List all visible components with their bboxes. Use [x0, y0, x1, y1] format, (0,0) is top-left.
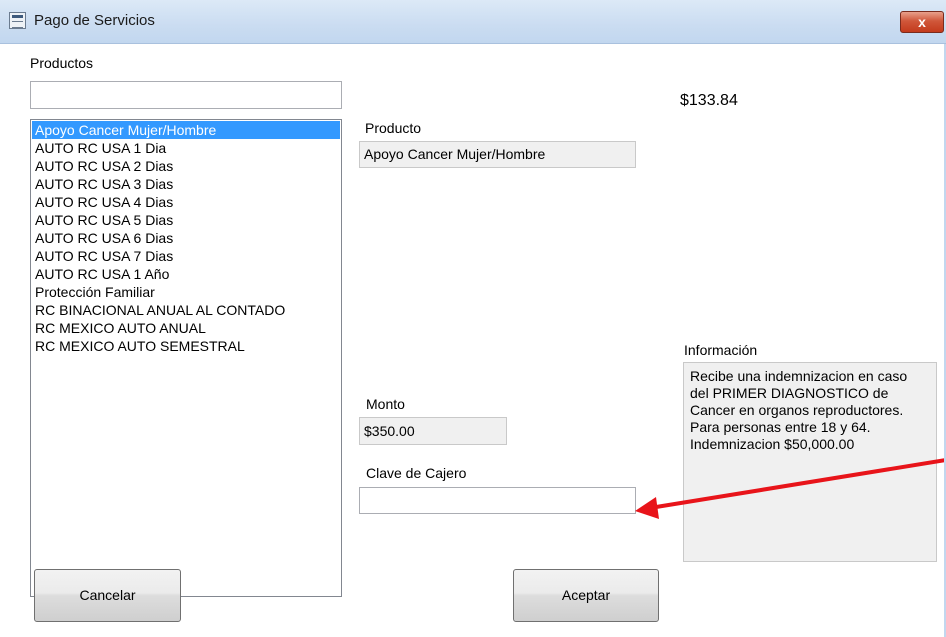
close-button[interactable]: x	[900, 11, 944, 33]
list-item[interactable]: AUTO RC USA 5 Dias	[32, 211, 340, 229]
productos-label: Productos	[30, 55, 94, 71]
producto-label: Producto	[365, 120, 422, 136]
list-item[interactable]: RC BINACIONAL ANUAL AL CONTADO	[32, 301, 340, 319]
title-bar: Pago de Servicios x	[0, 0, 946, 44]
list-item[interactable]: AUTO RC USA 1 Dia	[32, 139, 340, 157]
list-item[interactable]: AUTO RC USA 4 Dias	[32, 193, 340, 211]
info-line: del PRIMER DIAGNOSTICO de	[690, 385, 889, 401]
list-item[interactable]: AUTO RC USA 7 Dias	[32, 247, 340, 265]
monto-field: $350.00	[359, 417, 507, 445]
dialog-body: Productos Apoyo Cancer Mujer/Hombre AUTO…	[0, 44, 946, 637]
info-line: Recibe una indemnizacion en caso	[690, 368, 908, 384]
clave-cajero-label: Clave de Cajero	[366, 465, 467, 481]
list-item[interactable]: Protección Familiar	[32, 283, 340, 301]
cancel-button[interactable]: Cancelar	[34, 569, 181, 622]
info-line: Indemnizacion $50,000.00	[690, 436, 855, 452]
info-line: Cancer en organos reproductores.	[690, 402, 904, 418]
monto-label: Monto	[366, 396, 405, 412]
clave-cajero-input[interactable]	[359, 487, 636, 514]
list-item[interactable]: AUTO RC USA 1 Año	[32, 265, 340, 283]
app-window-icon	[9, 12, 26, 29]
info-line: Para personas entre 18 y 64.	[690, 419, 871, 435]
informacion-box: Recibe una indemnizacion en caso del PRI…	[683, 362, 937, 562]
accept-button[interactable]: Aceptar	[513, 569, 659, 622]
list-item[interactable]: AUTO RC USA 6 Dias	[32, 229, 340, 247]
list-item[interactable]: AUTO RC USA 3 Dias	[32, 175, 340, 193]
product-search-input[interactable]	[30, 81, 342, 109]
list-item[interactable]: RC MEXICO AUTO SEMESTRAL	[32, 337, 340, 355]
producto-field: Apoyo Cancer Mujer/Hombre	[359, 141, 636, 168]
list-item[interactable]: RC MEXICO AUTO ANUAL	[32, 319, 340, 337]
list-item[interactable]: Apoyo Cancer Mujer/Hombre	[32, 121, 340, 139]
window-title: Pago de Servicios	[34, 12, 155, 29]
products-listbox[interactable]: Apoyo Cancer Mujer/Hombre AUTO RC USA 1 …	[30, 119, 342, 597]
balance-amount: $133.84	[680, 92, 738, 109]
arrow-head	[635, 497, 659, 519]
list-item[interactable]: AUTO RC USA 2 Dias	[32, 157, 340, 175]
informacion-label: Información	[684, 342, 758, 358]
